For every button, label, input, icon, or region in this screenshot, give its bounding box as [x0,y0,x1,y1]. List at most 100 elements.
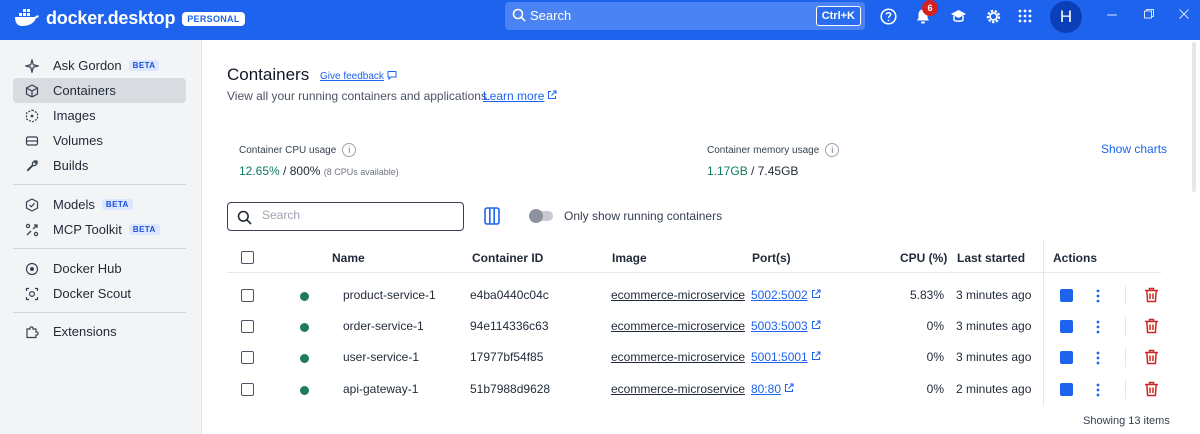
row-select-checkbox[interactable] [241,351,254,364]
minimize-window-icon[interactable] [1106,8,1118,23]
action-divider [1125,317,1126,336]
port-link[interactable]: 5003:5003 [751,319,821,333]
close-window-icon[interactable] [1178,8,1190,23]
container-name[interactable]: order-service-1 [343,319,424,333]
stop-container-button[interactable] [1060,351,1073,364]
port-link[interactable]: 5002:5002 [751,288,821,302]
table-header: Name Container ID Image Port(s) CPU (%) … [227,241,1161,273]
memory-usage-label: Container memory usage i [707,143,840,157]
stop-container-button[interactable] [1060,289,1073,302]
learn-more-link[interactable]: Learn more [483,89,557,103]
beta-badge: BETA [128,60,160,71]
row-select-checkbox[interactable] [241,320,254,333]
more-options-icon[interactable] [1093,319,1103,335]
search-icon [237,210,252,228]
delete-trash-icon[interactable] [1144,381,1159,400]
sidebar-divider [13,248,186,249]
sidebar-item-ask-gordon[interactable]: Ask Gordon BETA [13,53,186,78]
restore-window-icon[interactable] [1143,8,1155,23]
container-name[interactable]: api-gateway-1 [343,382,418,396]
table-row[interactable]: product-service-1 e4ba0440c04c ecommerce… [227,280,1161,311]
search-shortcut-hint: Ctrl+K [815,6,861,26]
delete-trash-icon[interactable] [1144,349,1159,368]
hub-icon [25,262,39,276]
column-header-cpu[interactable]: CPU (%) [900,251,947,265]
give-feedback-link[interactable]: Give feedback [320,70,397,83]
toolkit-icon [25,223,39,237]
apps-grid-icon[interactable] [1016,7,1034,25]
column-settings-icon[interactable] [482,206,502,226]
sparkle-icon [25,58,39,73]
container-id[interactable]: e4ba0440c04c [470,288,549,302]
column-header-last-started[interactable]: Last started [957,251,1025,265]
container-search-input[interactable] [262,208,452,222]
external-link-icon [547,89,557,103]
sidebar-item-docker-scout[interactable]: Docker Scout [13,281,186,306]
sidebar-item-mcp-toolkit[interactable]: MCP Toolkit BETA [13,217,186,242]
container-id[interactable]: 51b7988d9628 [470,382,550,396]
column-header-name[interactable]: Name [332,251,365,265]
row-select-checkbox[interactable] [241,383,254,396]
sidebar-divider [13,312,186,313]
docker-logo[interactable]: docker.desktop PERSONAL [14,7,245,30]
sidebar: Ask Gordon BETA Containers Images Volume… [0,40,202,434]
column-header-ports[interactable]: Port(s) [752,251,791,265]
delete-trash-icon[interactable] [1144,318,1159,337]
more-options-icon[interactable] [1093,382,1103,398]
image-link[interactable]: ecommerce-microservice-order-service [611,319,745,333]
sidebar-item-volumes[interactable]: Volumes [13,128,186,153]
running-only-toggle[interactable] [529,209,553,223]
select-all-checkbox[interactable] [241,251,254,264]
container-name[interactable]: product-service-1 [343,288,436,302]
table-row[interactable]: user-service-1 17977bf54f85 ecommerce-mi… [227,342,1161,373]
port-mapping: 5002:5002 [751,288,808,302]
cpu-usage-value: 12.65% / 800% (8 CPUs available) [239,164,399,178]
running-status-dot [300,292,309,301]
image-link[interactable]: ecommerce-microservice-api-gateway [611,382,745,396]
main-scrollbar[interactable] [1188,40,1200,434]
stop-container-button[interactable] [1060,320,1073,333]
container-id[interactable]: 17977bf54f85 [470,350,543,364]
sidebar-item-containers[interactable]: Containers [13,78,186,103]
info-icon[interactable]: i [342,143,357,157]
column-header-container-id[interactable]: Container ID [472,251,543,265]
show-charts-button[interactable]: Show charts [1101,142,1167,156]
help-icon[interactable] [879,7,897,25]
search-icon [512,8,526,25]
more-options-icon[interactable] [1093,350,1103,366]
sidebar-item-images[interactable]: Images [13,103,186,128]
scrollbar-thumb[interactable] [1192,42,1196,192]
user-avatar[interactable]: H [1050,1,1082,33]
image-link[interactable]: ecommerce-microservice-user-service [611,350,745,364]
global-search-bar[interactable]: Search Ctrl+K [505,2,865,30]
sidebar-item-label: Builds [53,158,89,173]
table-row[interactable]: order-service-1 94e114336c63 ecommerce-m… [227,311,1161,342]
settings-gear-icon[interactable] [984,7,1002,25]
running-status-dot [300,386,309,395]
info-icon[interactable]: i [825,143,840,157]
port-link[interactable]: 80:80 [751,382,794,396]
container-name[interactable]: user-service-1 [343,350,419,364]
row-select-checkbox[interactable] [241,289,254,302]
external-link-icon [811,288,821,302]
container-id[interactable]: 94e114336c63 [470,319,549,333]
image-link[interactable]: ecommerce-microservice-product-service [611,288,745,302]
column-header-image[interactable]: Image [612,251,647,265]
sidebar-item-extensions[interactable]: Extensions [13,319,186,344]
learning-center-icon[interactable] [949,7,967,25]
sidebar-item-models[interactable]: Models BETA [13,192,186,217]
cpu-available-note: (8 CPUs available) [323,167,399,177]
port-link[interactable]: 5001:5001 [751,350,821,364]
more-options-icon[interactable] [1093,288,1103,304]
running-status-dot [300,354,309,363]
table-row[interactable]: api-gateway-1 51b7988d9628 ecommerce-mic… [227,374,1161,405]
sidebar-item-label: Docker Scout [53,286,132,301]
delete-trash-icon[interactable] [1144,287,1159,306]
stop-container-button[interactable] [1060,383,1073,396]
sidebar-item-docker-hub[interactable]: Docker Hub [13,256,186,281]
whale-icon [14,7,40,30]
sidebar-item-label: Models [53,197,95,212]
sidebar-item-builds[interactable]: Builds [13,153,186,178]
last-started: 2 minutes ago [956,382,1032,396]
puzzle-icon [25,325,39,339]
